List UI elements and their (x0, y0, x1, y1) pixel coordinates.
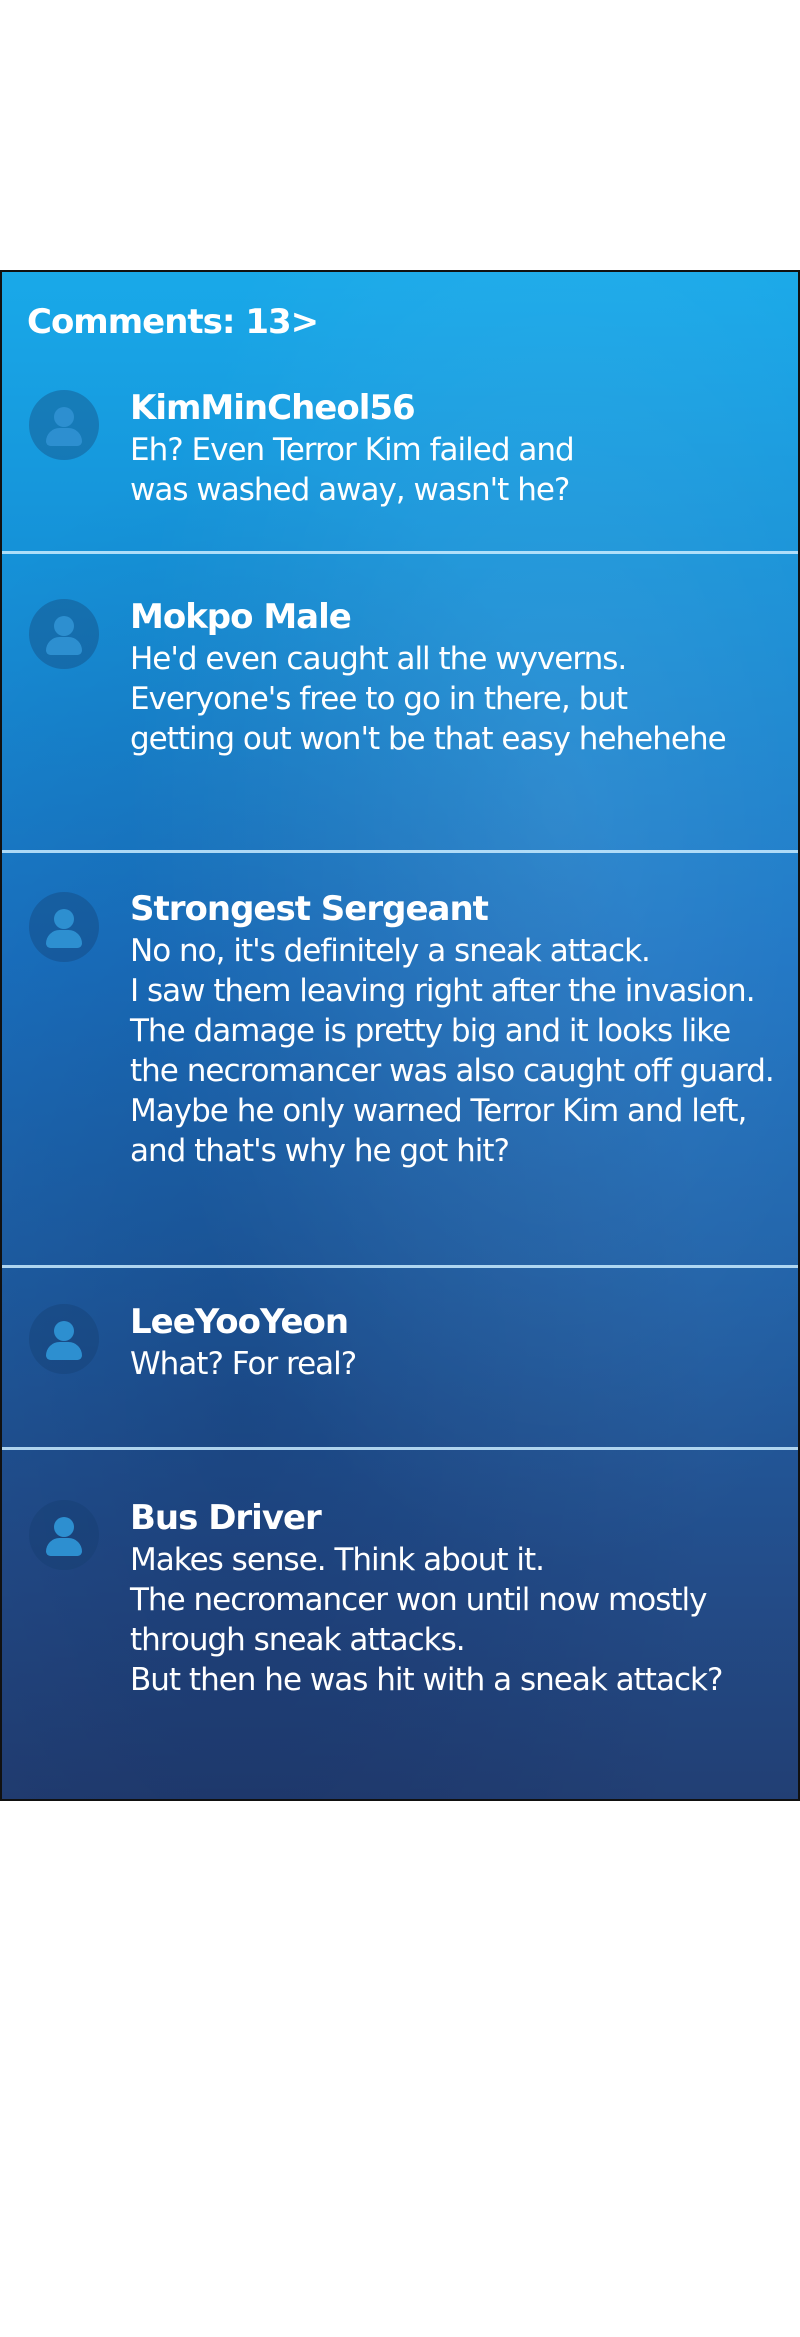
comment-line: What? For real? (130, 1346, 357, 1382)
comment-divider (2, 850, 798, 853)
comment-author[interactable]: Mokpo Male (130, 597, 352, 637)
user-avatar-icon[interactable] (29, 1304, 99, 1374)
comment-line: Makes sense. Think about it. (130, 1542, 545, 1578)
comments-panel: Comments: 13> KimMinCheol56 Eh? Even Ter… (0, 270, 800, 1801)
user-avatar-icon[interactable] (29, 1500, 99, 1570)
comment-line: getting out won't be that easy hehehehe (130, 721, 727, 757)
comment-line: No no, it's definitely a sneak attack. (130, 933, 651, 969)
comment-line: The necromancer won until now mostly (130, 1582, 707, 1618)
comment-line: I saw them leaving right after the invas… (130, 973, 756, 1009)
comment-line: the necromancer was also caught off guar… (130, 1053, 775, 1089)
page: Comments: 13> KimMinCheol56 Eh? Even Ter… (0, 0, 800, 2337)
comment-line: was washed away, wasn't he? (130, 472, 570, 508)
user-avatar-icon[interactable] (29, 892, 99, 962)
comment-line: But then he was hit with a sneak attack? (130, 1662, 723, 1698)
user-avatar-icon[interactable] (29, 599, 99, 669)
comment-author[interactable]: Bus Driver (130, 1498, 322, 1538)
comment-divider (2, 1265, 798, 1268)
comment-line: Everyone's free to go in there, but (130, 681, 628, 717)
comment-text: What? For real? (130, 1344, 357, 1384)
comment-author[interactable]: Strongest Sergeant (130, 889, 489, 929)
comment-text: Makes sense. Think about it. The necroma… (130, 1540, 723, 1700)
comments-count-label[interactable]: Comments: 13> (27, 302, 319, 342)
comment-divider (2, 551, 798, 554)
comment-line: The damage is pretty big and it looks li… (130, 1013, 731, 1049)
comment-line: Eh? Even Terror Kim failed and (130, 432, 575, 468)
comment-line: Maybe he only warned Terror Kim and left… (130, 1093, 747, 1129)
comment-text: No no, it's definitely a sneak attack. I… (130, 931, 775, 1171)
comment-author[interactable]: KimMinCheol56 (130, 388, 416, 428)
comment-author[interactable]: LeeYooYeon (130, 1302, 349, 1342)
comment-line: and that's why he got hit? (130, 1133, 510, 1169)
comment-text: He'd even caught all the wyverns. Everyo… (130, 639, 727, 759)
comment-line: through sneak attacks. (130, 1622, 466, 1658)
comment-text: Eh? Even Terror Kim failed and was washe… (130, 430, 575, 510)
user-avatar-icon[interactable] (29, 390, 99, 460)
comment-line: He'd even caught all the wyverns. (130, 641, 627, 677)
comments-header[interactable]: Comments: 13> (27, 302, 319, 342)
comment-divider (2, 1447, 798, 1450)
